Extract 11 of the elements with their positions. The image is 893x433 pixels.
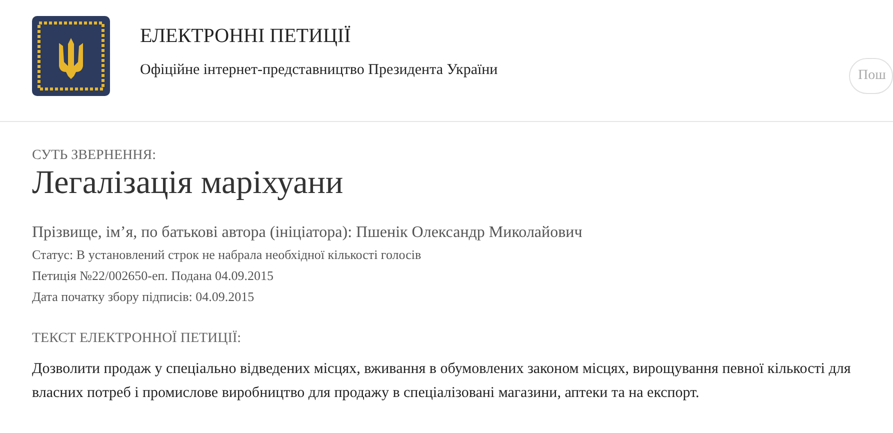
author-line: Прізвище, ім’я, по батькові автора (ініціатора): Пшенік Олександр Миколайович xyxy=(32,223,582,243)
site-title: ЕЛЕКТРОННІ ПЕТИЦІЇ xyxy=(140,24,352,48)
section-label: СУТЬ ЗВЕРНЕННЯ: xyxy=(32,148,156,164)
meta-line: Статус: В установлений строк не набрала необхідної кількості голосів xyxy=(32,246,422,264)
site-subtitle: Офіційне інтернет-представництво Президента України xyxy=(140,62,498,79)
meta-line: Петиція №22/002650-еп. Подана 04.09.2015 xyxy=(32,267,274,285)
section-label: ТЕКСТ ЕЛЕКТРОННОЇ ПЕТИЦІЇ: xyxy=(32,331,241,347)
petition-title: Легалізація маріхуани xyxy=(32,164,344,202)
meta-line: Дата початку збору підписів: 04.09.2015 xyxy=(32,288,254,306)
search-field[interactable]: Пош xyxy=(849,58,893,94)
petition-text: Дозволити продаж у спеціально відведених місцях, вживання в обумовлених законом місцях, вирощування певної кількості для власних потреб і промислове виробництво для продажу в спеціалізовані магазини, аптеки та на експорт. xyxy=(32,360,852,403)
